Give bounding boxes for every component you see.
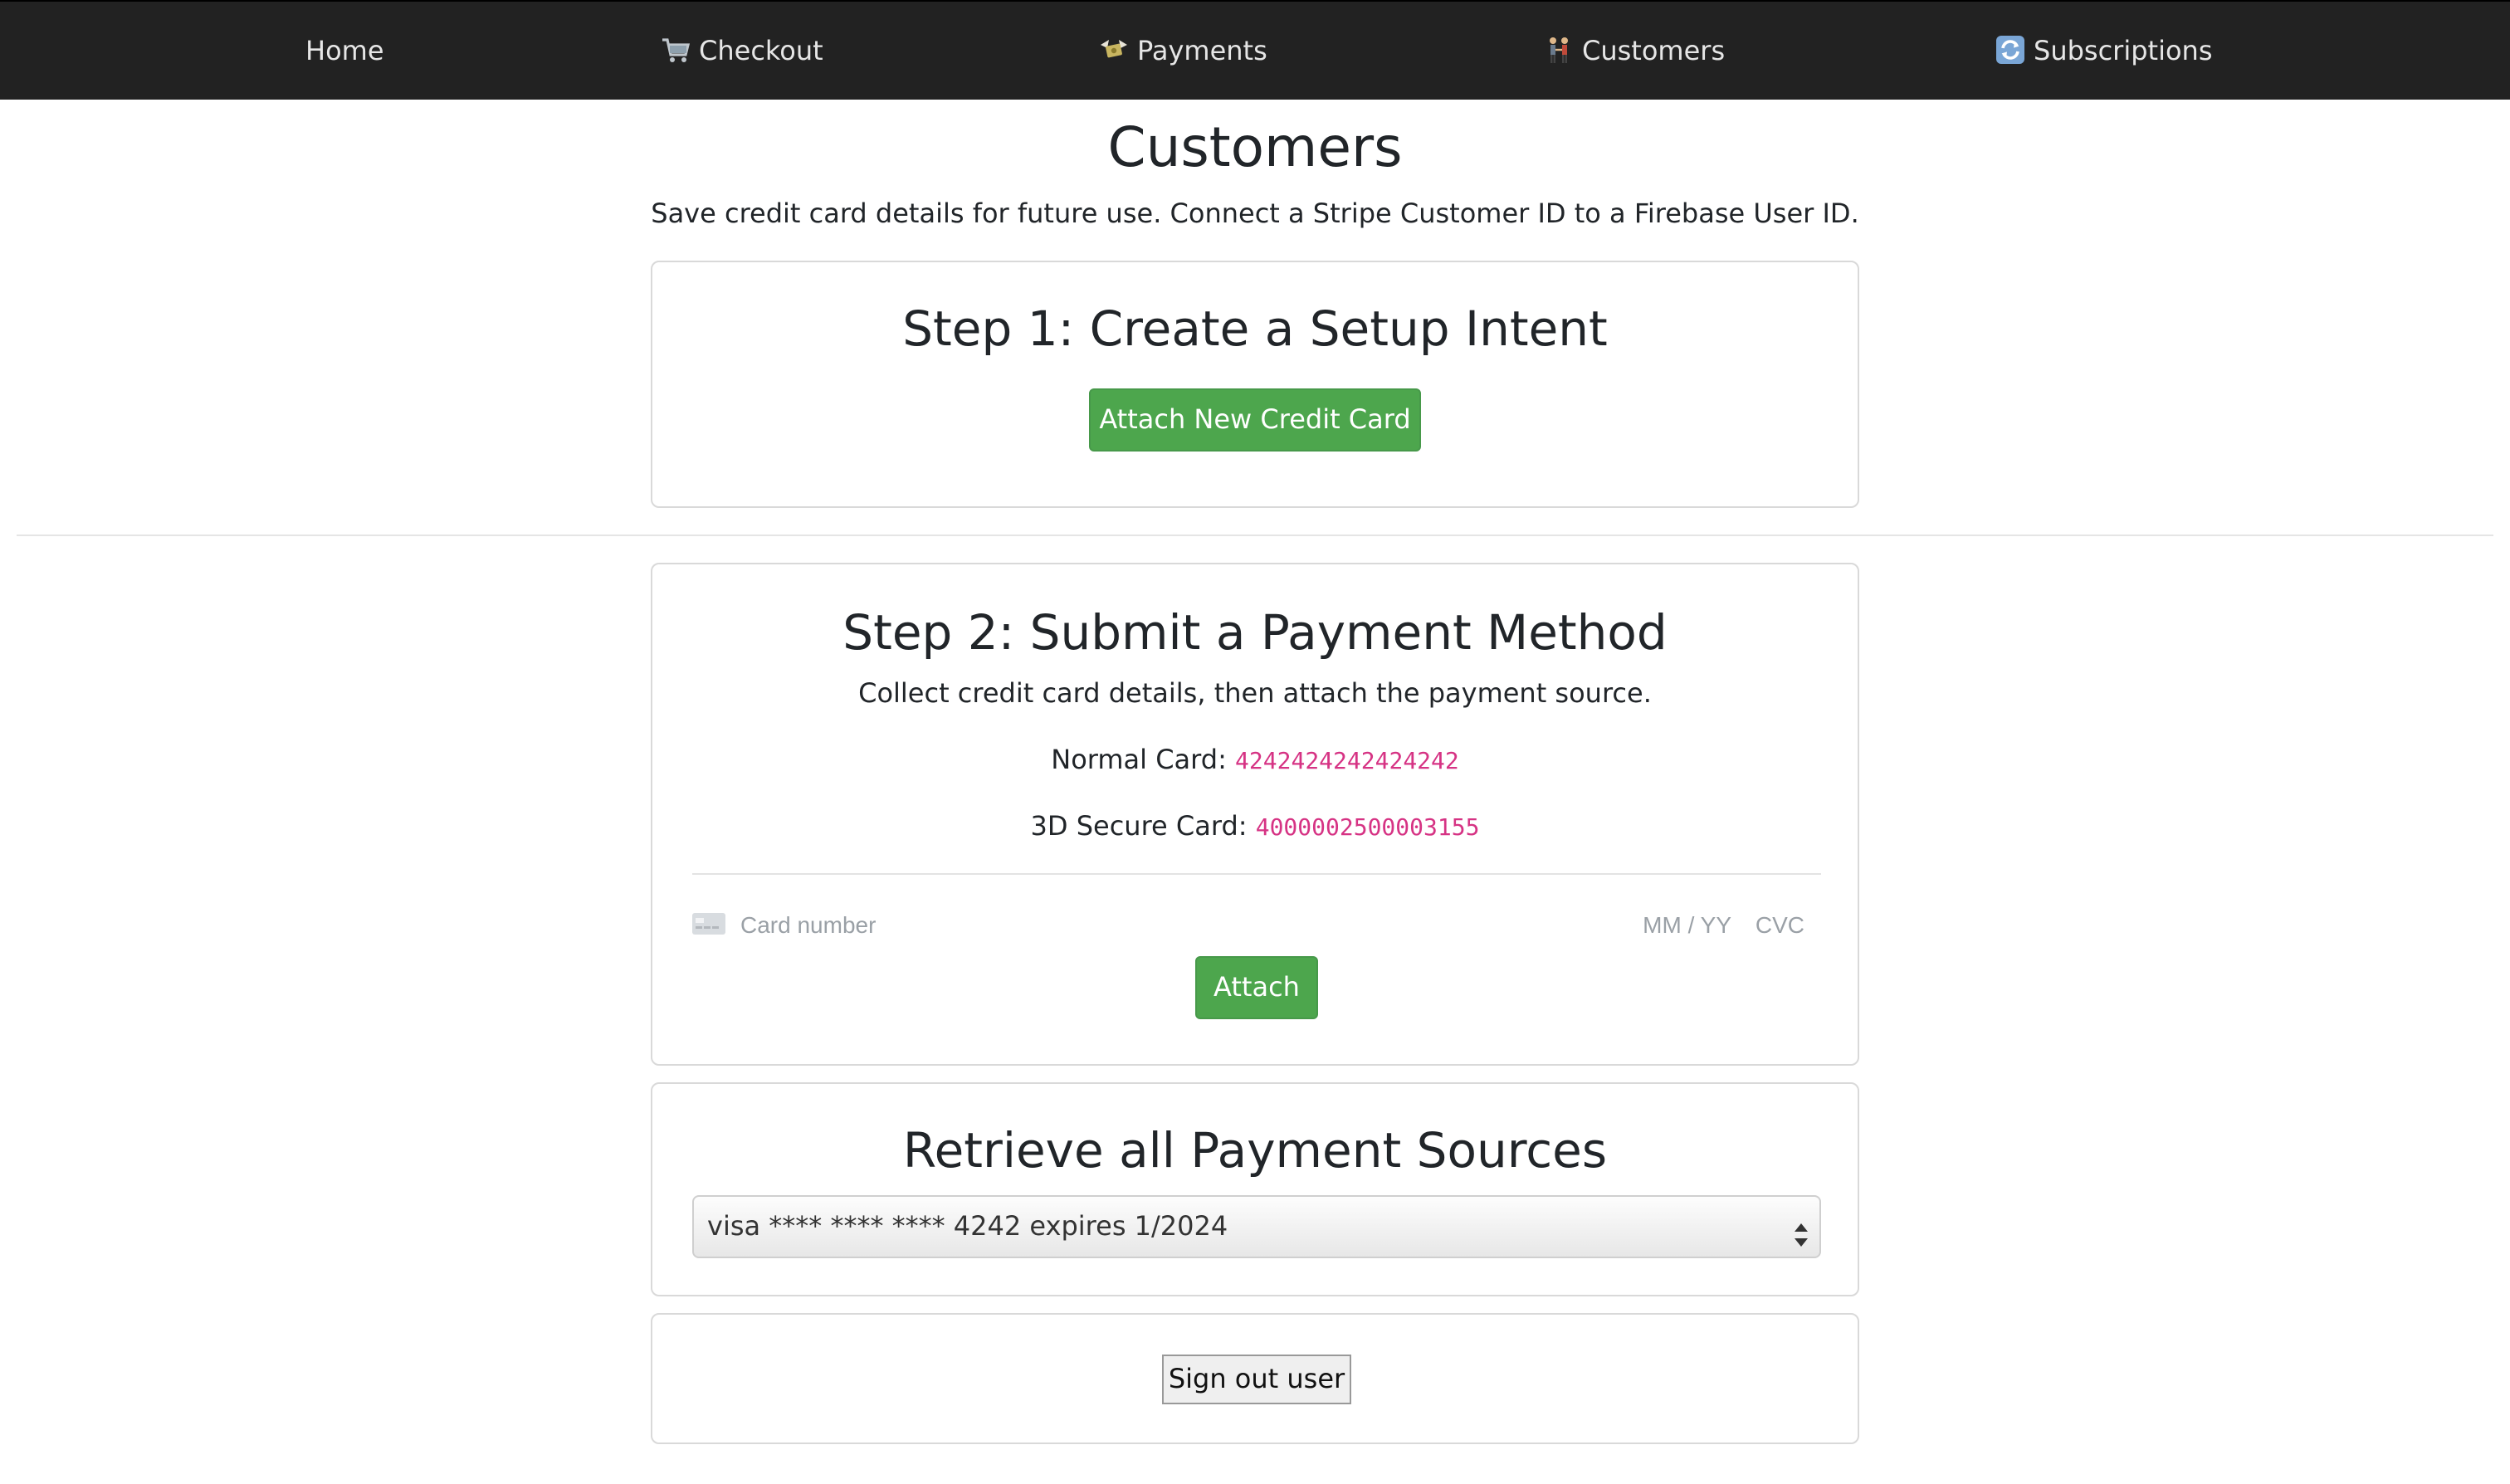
nav-item-customers[interactable]: Customers: [1544, 2, 1725, 101]
money-wings-icon: [1099, 7, 1129, 58]
step1-heading: Step 1: Create a Setup Intent: [902, 300, 1608, 357]
attach-new-credit-card-button[interactable]: Attach New Credit Card: [1089, 388, 1421, 452]
nav-item-label: Payments: [1137, 35, 1267, 66]
secure-card-label: 3D Secure Card:: [1030, 810, 1248, 842]
signout-card: Sign out user: [651, 1313, 1859, 1444]
app-root: Home Checkout Payments Customers Subscri…: [0, 0, 2510, 1484]
refresh-arrows-icon: [1995, 7, 2025, 64]
attach-button[interactable]: Attach: [1195, 956, 1318, 1019]
credit-card-icon: [692, 913, 725, 940]
payment-sources-card: Retrieve all Payment Sources visa **** *…: [651, 1082, 1859, 1296]
nav-item-payments[interactable]: Payments: [1099, 2, 1267, 101]
normal-card-label: Normal Card:: [1051, 744, 1227, 775]
step2-card: Step 2: Submit a Payment Method Collect …: [651, 563, 1859, 1066]
card-form-divider: [692, 873, 1821, 875]
payment-sources-heading: Retrieve all Payment Sources: [902, 1122, 1608, 1179]
nav-item-checkout[interactable]: Checkout: [661, 2, 823, 101]
card-element-input[interactable]: Card number MM / YY CVC: [692, 910, 1821, 943]
step2-heading: Step 2: Submit a Payment Method: [842, 604, 1668, 661]
page-lead-text: Save credit card details for future use.…: [651, 198, 1859, 229]
page-title: Customers: [1107, 115, 1403, 179]
secure-card-line: 3D Secure Card: 4000002500003155: [652, 810, 1858, 845]
select-arrows-icon: [1793, 1212, 1809, 1247]
card-number-placeholder[interactable]: Card number: [740, 911, 876, 938]
normal-card-number: 4242424242424242: [1235, 749, 1459, 775]
nav-item-home[interactable]: Home: [305, 2, 384, 101]
step1-card: Step 1: Create a Setup Intent Attach New…: [651, 261, 1859, 508]
shopping-cart-icon: [661, 7, 691, 62]
nav-item-label: Customers: [1582, 35, 1726, 66]
nav-item-subscriptions[interactable]: Subscriptions: [1995, 2, 2213, 101]
secure-card-number: 4000002500003155: [1255, 815, 1480, 842]
payment-source-select[interactable]: visa **** **** **** 4242 expires 1/2024: [692, 1195, 1821, 1258]
top-navbar: Home Checkout Payments Customers Subscri…: [0, 0, 2510, 100]
step2-description: Collect credit card details, then attach…: [858, 677, 1652, 709]
normal-card-line: Normal Card: 4242424242424242: [652, 744, 1858, 779]
section-divider: [17, 535, 2493, 536]
nav-item-label: Home: [305, 35, 384, 66]
expiry-placeholder[interactable]: MM / YY: [1643, 911, 1731, 938]
people-holding-hands-icon: [1544, 7, 1574, 63]
nav-item-label: Subscriptions: [2034, 35, 2213, 66]
cvc-placeholder[interactable]: CVC: [1756, 911, 1804, 938]
sign-out-button[interactable]: Sign out user: [1162, 1355, 1351, 1404]
nav-item-label: Checkout: [699, 35, 823, 66]
payment-source-selected-value: visa **** **** **** 4242 expires 1/2024: [707, 1210, 1228, 1242]
